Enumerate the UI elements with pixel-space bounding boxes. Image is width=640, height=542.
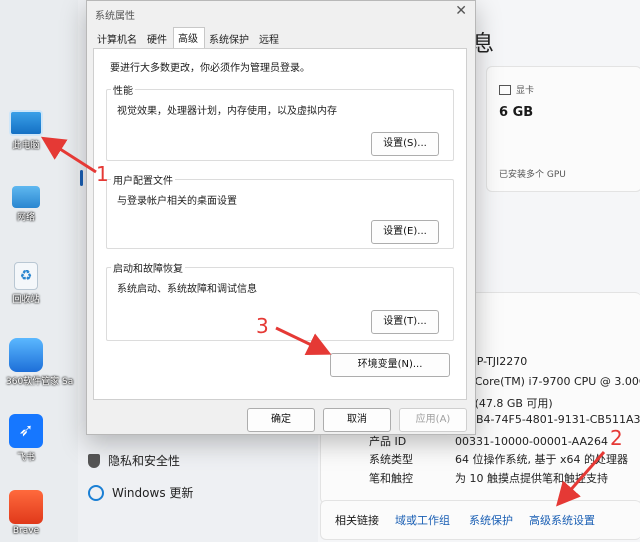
annotation-number-2: 2: [610, 426, 623, 450]
annotation-layer: [40, 136, 606, 507]
annotation-arrow-1: [40, 136, 97, 174]
annotation-arrow-2: [556, 451, 606, 507]
annotation-arrow-3: [275, 326, 332, 356]
annotation-number-1: 1: [96, 162, 109, 186]
annotation-number-3: 3: [256, 314, 269, 338]
